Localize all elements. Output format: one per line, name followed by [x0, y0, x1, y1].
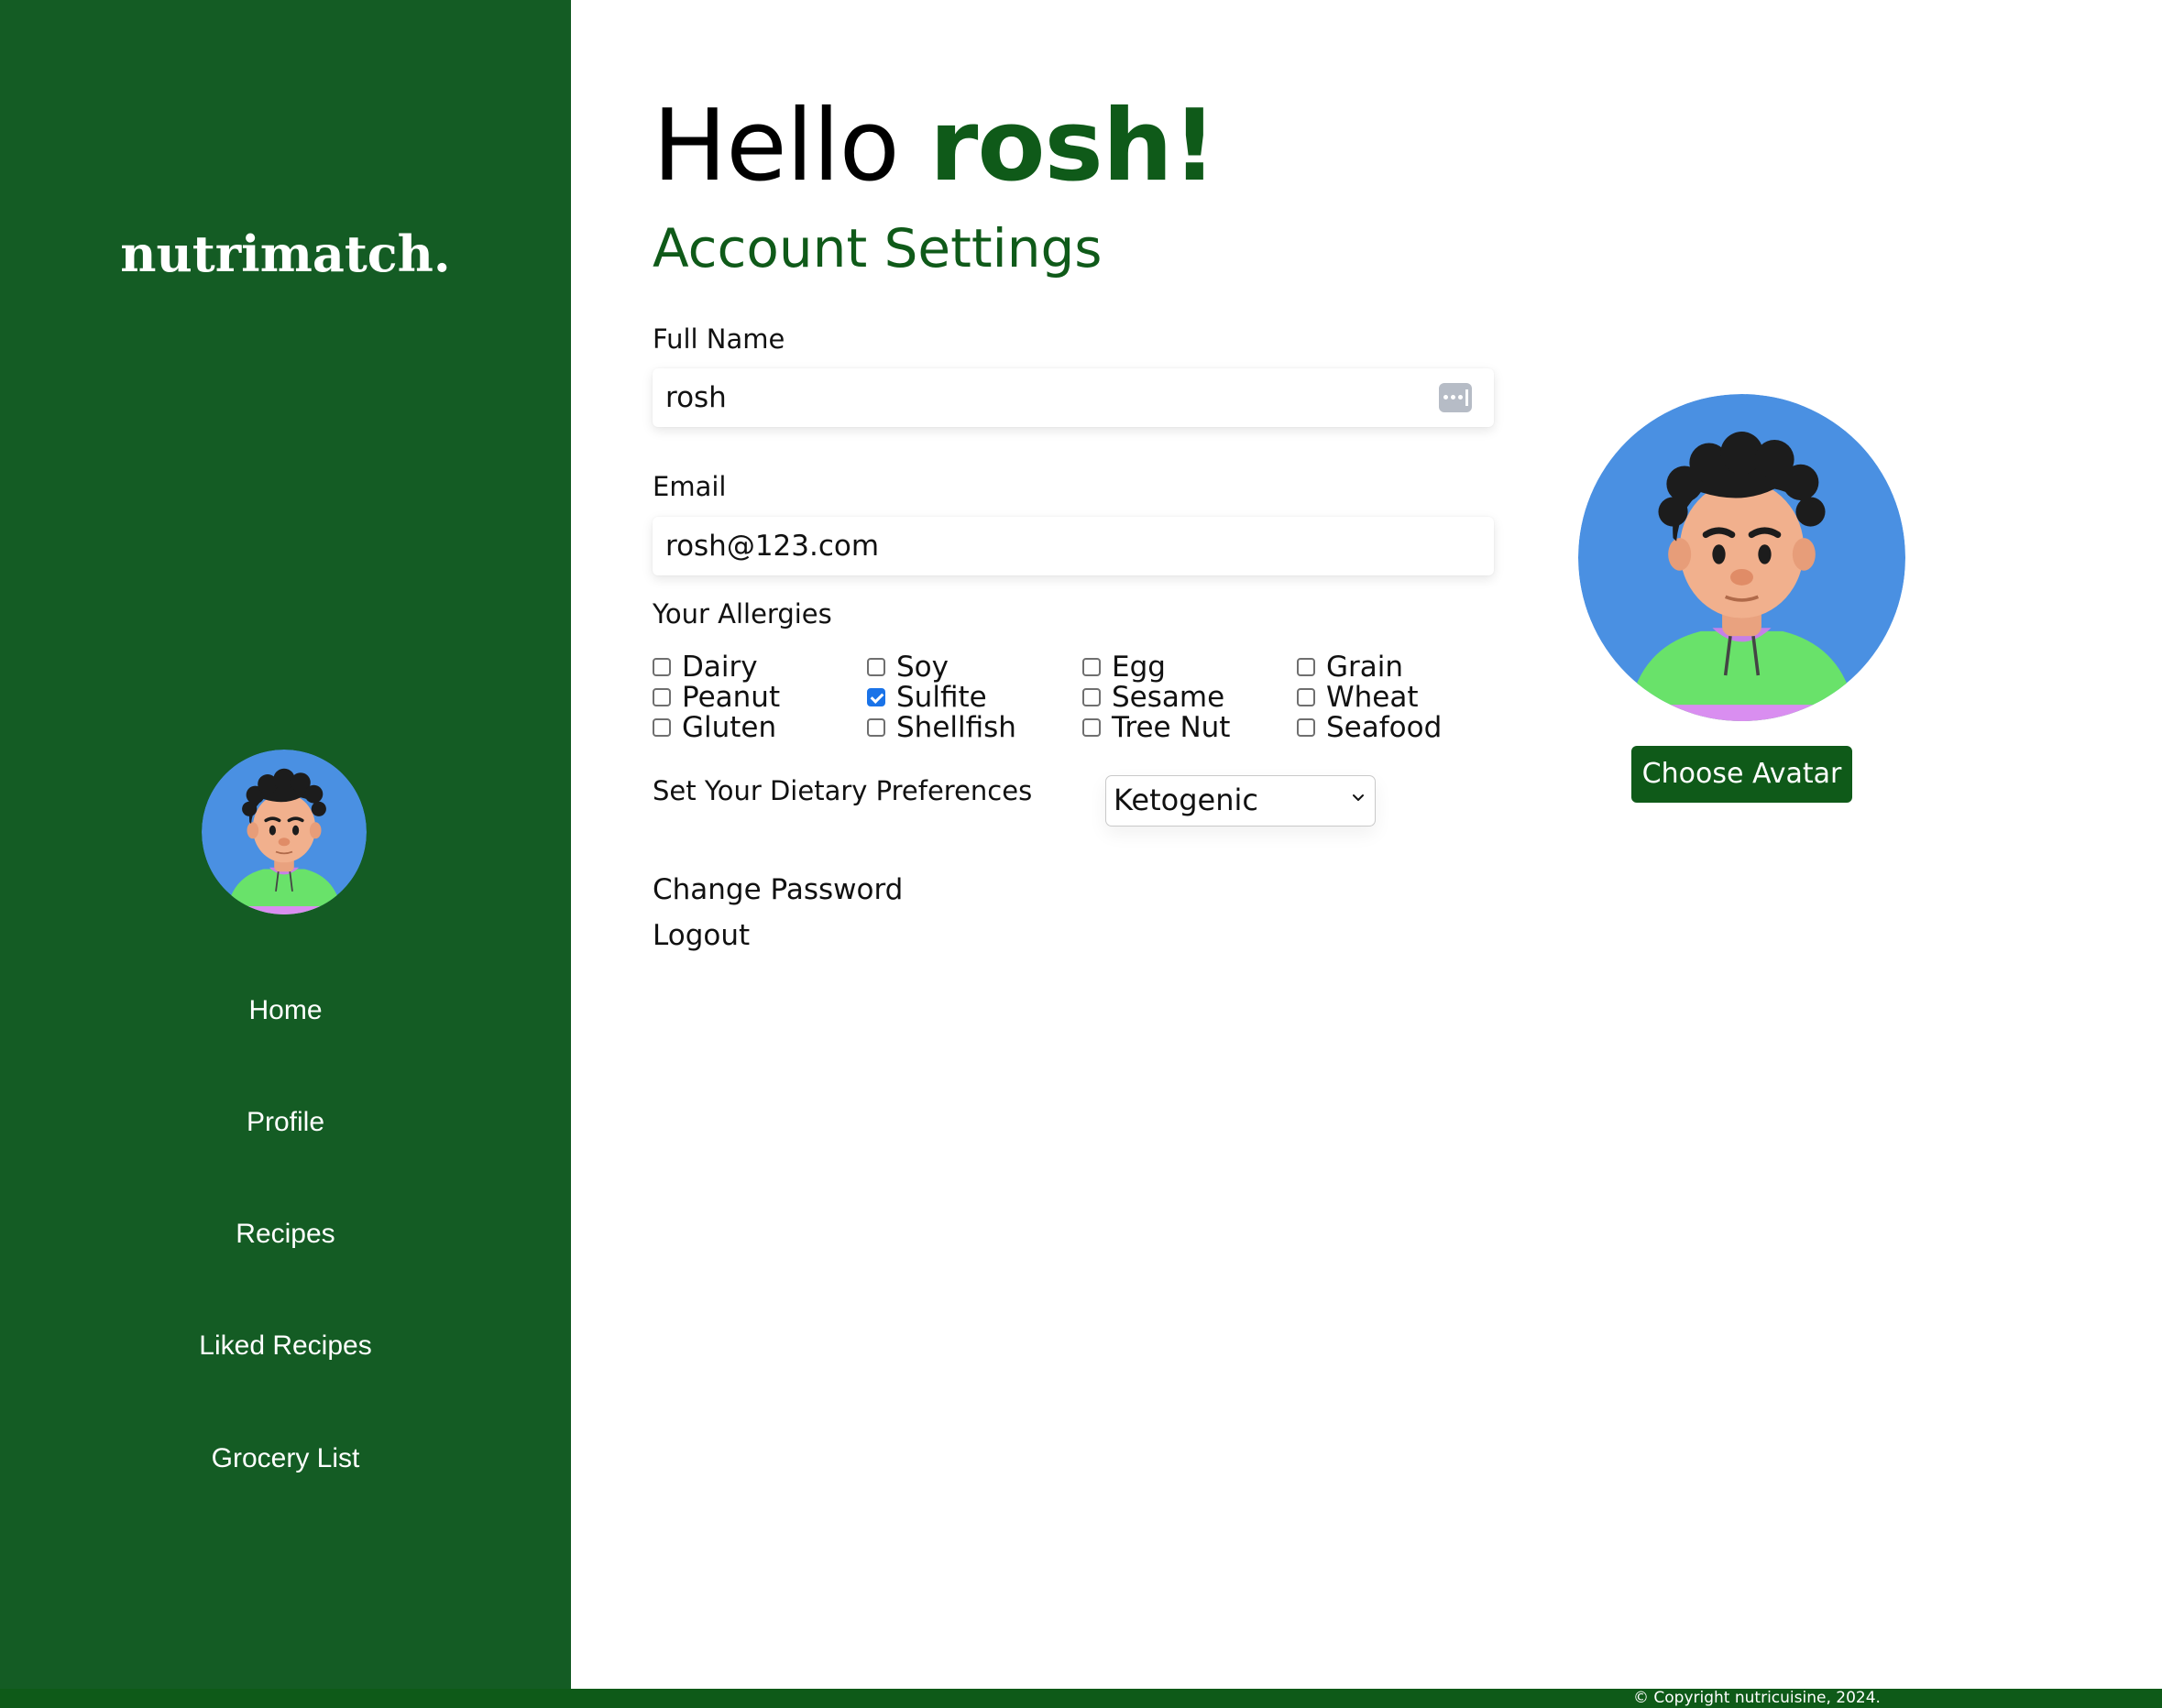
- allergy-label: Dairy: [682, 651, 758, 684]
- email-label: Email: [653, 471, 727, 502]
- password-manager-icon[interactable]: [1439, 383, 1472, 412]
- greeting-user-name: rosh!: [929, 89, 1217, 203]
- allergy-label: Sulfite: [896, 681, 987, 714]
- footer: © Copyright nutricuisine, 2024.: [0, 1689, 2162, 1708]
- sidebar-avatar: [202, 750, 367, 914]
- checkbox[interactable]: [1297, 658, 1315, 676]
- allergy-label: Egg: [1112, 651, 1166, 684]
- profile-avatar: [1578, 394, 1905, 721]
- sidebar-item-home[interactable]: Home: [0, 992, 571, 1029]
- page-title: Account Settings: [653, 217, 1103, 279]
- allergy-label: Seafood: [1326, 711, 1443, 744]
- checkbox[interactable]: [1297, 688, 1315, 706]
- checkbox[interactable]: [867, 718, 885, 737]
- allergy-label: Shellfish: [896, 711, 1016, 744]
- allergy-label: Soy: [896, 651, 949, 684]
- greeting-text: Hello: [653, 89, 900, 203]
- avatar-illustration: [202, 750, 367, 914]
- checkbox[interactable]: [1082, 658, 1101, 676]
- email-input[interactable]: rosh@123.com: [653, 517, 1494, 575]
- checkbox[interactable]: [1082, 688, 1101, 706]
- page-greeting: Hello rosh!: [653, 87, 1217, 206]
- full-name-value: rosh: [665, 381, 727, 414]
- copyright-text: © Copyright nutricuisine, 2024.: [1633, 1689, 1881, 1707]
- full-name-label: Full Name: [653, 323, 785, 355]
- avatar-illustration: [1578, 394, 1905, 721]
- dietary-preference-select[interactable]: Ketogenic: [1105, 775, 1376, 827]
- checkbox[interactable]: [653, 658, 671, 676]
- full-name-input[interactable]: rosh: [653, 368, 1494, 427]
- logout-link[interactable]: Logout: [653, 917, 750, 954]
- sidebar-item-liked-recipes[interactable]: Liked Recipes: [0, 1328, 571, 1364]
- dietary-preferences-label: Set Your Dietary Preferences: [653, 775, 1033, 806]
- allergy-label: Tree Nut: [1112, 711, 1231, 744]
- checkbox[interactable]: [1297, 718, 1315, 737]
- checkbox[interactable]: [867, 658, 885, 676]
- allergy-label: Wheat: [1326, 681, 1419, 714]
- checkbox-checked[interactable]: [867, 688, 885, 706]
- sidebar-item-profile[interactable]: Profile: [0, 1104, 571, 1141]
- allergy-label: Gluten: [682, 711, 777, 744]
- allergy-label: Grain: [1326, 651, 1404, 684]
- checkbox[interactable]: [1082, 718, 1101, 737]
- brand-logo[interactable]: nutrimatch.: [0, 222, 571, 286]
- dietary-preference-value: Ketogenic: [1114, 783, 1258, 817]
- sidebar: nutrimatch. Home Profile Recipes Liked R…: [0, 0, 571, 1689]
- choose-avatar-button[interactable]: Choose Avatar: [1631, 746, 1852, 803]
- allergy-label: Peanut: [682, 681, 781, 714]
- checkbox[interactable]: [653, 718, 671, 737]
- chevron-down-icon: [1353, 794, 1364, 801]
- sidebar-item-recipes[interactable]: Recipes: [0, 1216, 571, 1253]
- sidebar-item-grocery-list[interactable]: Grocery List: [0, 1440, 571, 1477]
- allergies-label: Your Allergies: [653, 598, 832, 630]
- allergy-label: Sesame: [1112, 681, 1225, 714]
- change-password-link[interactable]: Change Password: [653, 871, 903, 908]
- checkbox[interactable]: [653, 688, 671, 706]
- email-value: rosh@123.com: [665, 530, 880, 563]
